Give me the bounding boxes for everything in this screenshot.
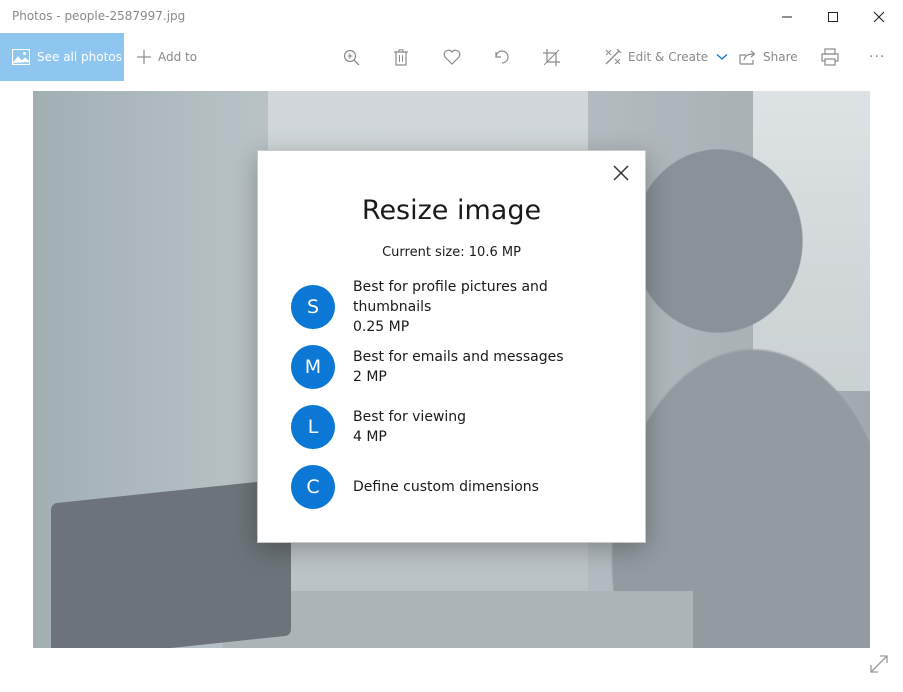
more-options-label: ··· bbox=[869, 49, 886, 65]
fullscreen-button[interactable] bbox=[869, 654, 889, 678]
current-size-text: Current size: 10.6 MP bbox=[382, 245, 521, 260]
delete-button[interactable] bbox=[393, 33, 409, 81]
minimize-button[interactable] bbox=[764, 0, 810, 33]
print-button[interactable] bbox=[821, 33, 839, 81]
add-to-label: Add to bbox=[158, 50, 198, 64]
option-medium-size: 2 MP bbox=[353, 369, 387, 385]
option-large[interactable]: L Best for viewing 4 MP bbox=[291, 405, 621, 449]
add-to-button[interactable]: Add to bbox=[136, 33, 197, 81]
print-icon bbox=[821, 48, 839, 66]
close-icon bbox=[613, 165, 629, 181]
rotate-button[interactable] bbox=[493, 33, 511, 81]
toolbar: See all photos Add to Edit & Create Shar… bbox=[0, 33, 903, 81]
favorite-button[interactable] bbox=[443, 33, 461, 81]
maximize-button[interactable] bbox=[810, 0, 856, 33]
option-medium-badge: M bbox=[291, 345, 335, 389]
option-medium-label: Best for emails and messages bbox=[353, 349, 564, 365]
zoom-icon bbox=[343, 49, 360, 65]
dialog-close-button[interactable] bbox=[609, 161, 633, 185]
option-small-label: Best for profile pictures and thumbnails bbox=[353, 279, 548, 315]
plus-icon bbox=[137, 50, 151, 64]
see-all-photos-label: See all photos bbox=[37, 50, 122, 64]
edit-create-button[interactable]: Edit & Create bbox=[604, 33, 728, 81]
crop-icon bbox=[543, 48, 560, 66]
maximize-icon bbox=[828, 11, 838, 22]
option-custom-badge: C bbox=[291, 465, 335, 509]
edit-create-icon bbox=[605, 48, 622, 65]
edit-create-label: Edit & Create bbox=[628, 50, 709, 64]
window-title: Photos - people-2587997.jpg bbox=[12, 9, 186, 23]
trash-icon bbox=[394, 48, 408, 66]
option-small-badge: S bbox=[291, 285, 335, 329]
share-icon bbox=[739, 50, 756, 65]
more-options-button[interactable]: ··· bbox=[869, 33, 885, 81]
resize-image-dialog: Resize image Current size: 10.6 MP S Bes… bbox=[257, 150, 646, 543]
see-all-photos-button[interactable]: See all photos bbox=[0, 33, 124, 81]
crop-button[interactable] bbox=[543, 33, 560, 81]
option-small-size: 0.25 MP bbox=[353, 319, 410, 335]
expand-icon bbox=[870, 655, 888, 673]
photos-icon bbox=[12, 49, 30, 65]
option-medium[interactable]: M Best for emails and messages 2 MP bbox=[291, 345, 621, 389]
option-large-size: 4 MP bbox=[353, 429, 387, 445]
option-small[interactable]: S Best for profile pictures and thumbnai… bbox=[291, 279, 621, 335]
share-button[interactable]: Share bbox=[739, 33, 798, 81]
rotate-icon bbox=[495, 50, 509, 64]
chevron-down-icon bbox=[716, 54, 728, 60]
heart-icon bbox=[443, 49, 461, 65]
minimize-icon bbox=[782, 16, 792, 17]
zoom-button[interactable] bbox=[343, 33, 360, 81]
dialog-title: Resize image bbox=[361, 195, 542, 226]
option-custom[interactable]: C Define custom dimensions bbox=[291, 465, 621, 509]
close-window-button[interactable] bbox=[856, 0, 902, 33]
title-bar: Photos - people-2587997.jpg bbox=[0, 0, 903, 33]
share-label: Share bbox=[763, 50, 798, 64]
option-custom-label: Define custom dimensions bbox=[353, 479, 539, 495]
option-large-badge: L bbox=[291, 405, 335, 449]
option-large-label: Best for viewing bbox=[353, 409, 467, 425]
close-icon bbox=[873, 11, 885, 22]
